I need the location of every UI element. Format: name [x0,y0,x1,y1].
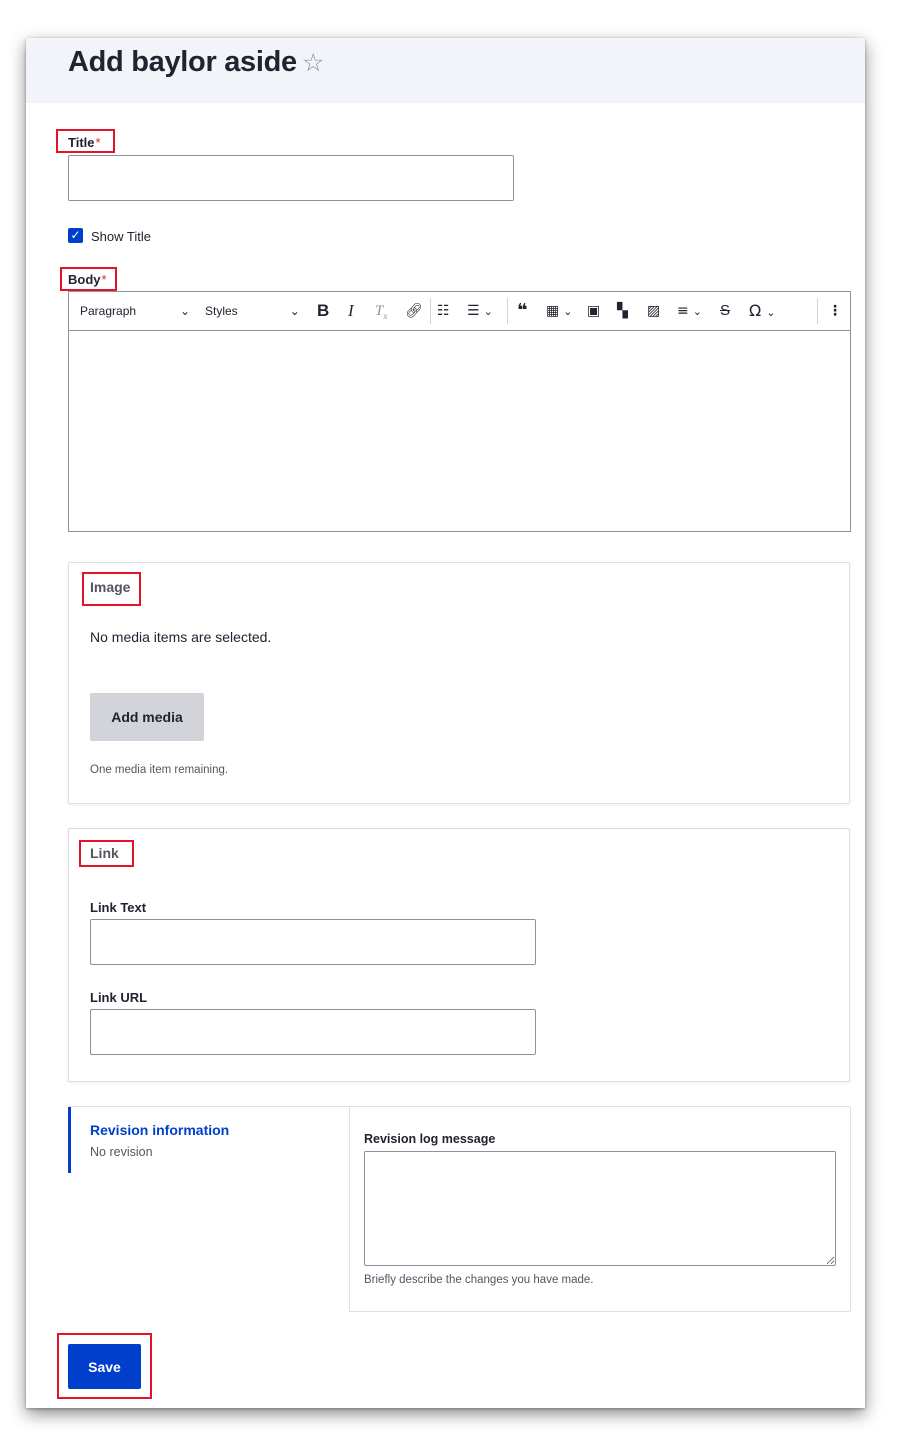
image-legend: Image [90,579,131,595]
table-icon[interactable]: ▦ ⌄ [546,292,572,330]
revision-pane: Revision log message Briefly describe th… [349,1107,850,1312]
remove-format-icon[interactable]: Tx [375,292,387,330]
italic-icon[interactable]: I [348,292,354,330]
special-characters-icon[interactable]: Ω ⌄ [749,292,775,330]
link-fieldset: Link Link Text Link URL [68,828,850,1082]
chevron-down-icon: ⌄ [563,305,573,318]
chevron-down-icon: ⌄ [766,306,776,319]
toolbar-separator [430,298,431,324]
revision-log-description: Briefly describe the changes you have ma… [364,1274,594,1286]
more-options-icon[interactable]: ⋮ [828,292,842,330]
revision-log-label: Revision log message [364,1132,496,1146]
page-frame: Add baylor aside ☆ Title* ✓ Show Title B… [26,38,865,1408]
body-editable-area[interactable] [69,331,850,531]
title-label-text: Title [68,135,95,150]
styles-dropdown[interactable]: Styles ⌄ [205,292,300,330]
star-icon[interactable]: ☆ [302,48,324,78]
chevron-down-icon: ⌄ [692,305,702,318]
image-fieldset: Image No media items are selected. Add m… [68,562,850,804]
title-label: Title* [68,135,101,150]
link-url-label: Link URL [90,990,148,1005]
revision-tab-summary: No revision [90,1145,153,1159]
chevron-down-icon: ⌄ [180,304,191,318]
page-header: Add baylor aside ☆ [26,38,865,103]
revision-information-tab[interactable]: Revision information No revision [68,1107,352,1173]
strikethrough-icon[interactable]: S [720,292,730,330]
add-media-button[interactable]: Add media [90,693,204,741]
chevron-down-icon: ⌄ [483,305,493,318]
editor-toolbar: Paragraph ⌄ Styles ⌄ B I Tx 🔗︎ ☷ ☰ ⌄ ❝ ▦ ⌄ ▣… [69,292,850,331]
required-marker: * [101,272,107,287]
body-label: Body* [68,272,107,287]
save-button[interactable]: Save [68,1344,141,1389]
link-icon[interactable]: 🔗︎ [405,292,423,330]
numbered-list-icon[interactable]: ☰ ⌄ [467,292,493,330]
link-text-label: Link Text [90,900,147,915]
toolbar-separator [507,298,508,324]
styles-dropdown-label: Styles [205,304,238,318]
image-icon[interactable]: ▨ [647,292,660,330]
link-text-input[interactable] [90,919,536,965]
revision-log-textarea[interactable] [364,1151,836,1266]
page-title: Add baylor aside [68,46,297,78]
revision-container: Revision information No revision Revisio… [68,1106,851,1312]
toolbar-separator [817,298,818,324]
link-legend: Link [90,845,119,861]
paragraph-dropdown-label: Paragraph [80,304,137,318]
media-remaining-text: One media item remaining. [90,764,229,776]
body-editor: Paragraph ⌄ Styles ⌄ B I Tx 🔗︎ ☷ ☰ ⌄ ❝ ▦ ⌄ ▣… [68,291,851,532]
align-icon[interactable]: ≡ ⌄ [677,292,702,330]
paragraph-dropdown[interactable]: Paragraph ⌄ [80,292,190,330]
bulleted-list-icon[interactable]: ☷ [437,292,450,330]
required-marker: * [95,135,101,150]
checkmark-icon: ✓ [70,228,81,242]
link-url-input[interactable] [90,1009,536,1055]
media-icon[interactable]: ▣ [587,292,600,330]
block-quote-icon[interactable]: ❝ [517,292,528,330]
no-media-message: No media items are selected. [90,629,272,645]
chevron-down-icon: ⌄ [289,304,300,318]
bold-icon[interactable]: B [317,292,329,330]
revision-tab-title: Revision information [90,1122,230,1138]
show-title-label[interactable]: Show Title [91,229,151,244]
title-input[interactable] [68,155,514,201]
layout-icon[interactable]: ▚ [617,292,628,330]
show-title-checkbox[interactable]: ✓ [68,228,83,243]
revision-tab-spacer [68,1173,349,1312]
body-label-text: Body [68,272,101,287]
